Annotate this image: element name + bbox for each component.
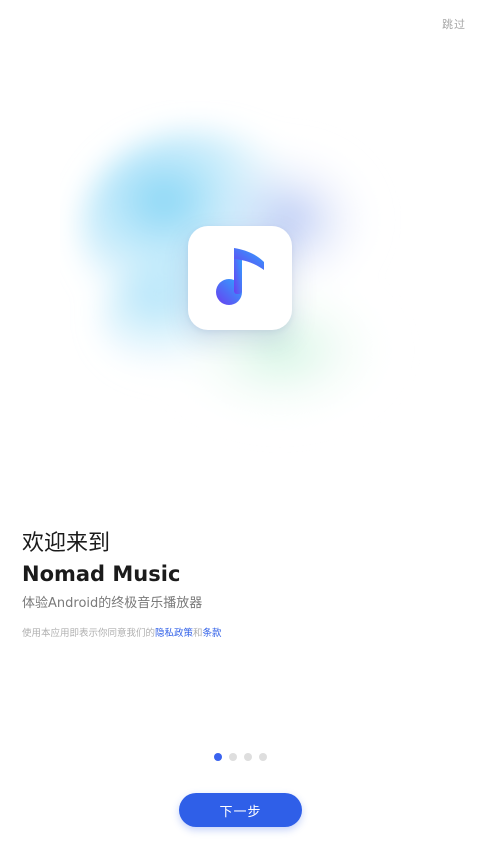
app-tagline: 体验Android的终极音乐播放器 <box>22 596 203 611</box>
privacy-policy-link[interactable]: 隐私政策 <box>155 628 193 639</box>
legal-notice: 使用本应用即表示你同意我们的隐私政策和条款 <box>22 626 222 642</box>
page-dot-3[interactable] <box>244 753 252 761</box>
app-title: Nomad Music <box>22 562 181 586</box>
next-button[interactable]: 下一步 <box>179 793 302 827</box>
welcome-heading: 欢迎来到 <box>22 531 111 556</box>
legal-prefix: 使用本应用即表示你同意我们的 <box>22 628 156 639</box>
skip-button[interactable]: 跳过 <box>436 14 472 34</box>
terms-link[interactable]: 条款 <box>203 628 222 639</box>
legal-conjunction: 和 <box>193 628 203 639</box>
music-note-icon <box>216 248 264 305</box>
app-logo <box>188 226 292 330</box>
page-dot-2[interactable] <box>229 753 237 761</box>
page-dot-1[interactable] <box>214 753 222 761</box>
page-indicator <box>214 753 267 761</box>
page-dot-4[interactable] <box>259 753 267 761</box>
